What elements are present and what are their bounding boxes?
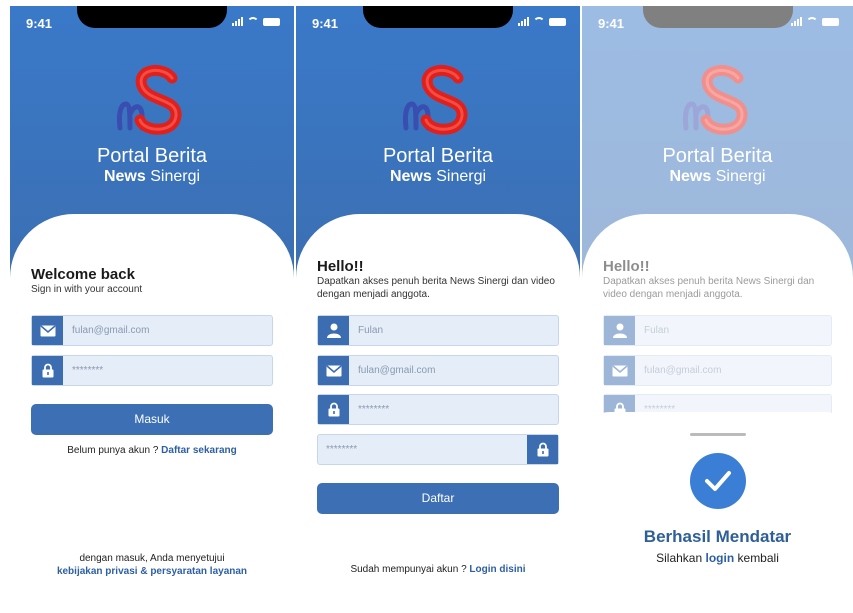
masuk-button[interactable]: Masuk: [31, 404, 273, 435]
battery-icon: [549, 18, 566, 26]
status-time: 9:41: [26, 16, 53, 31]
relogin-link[interactable]: login: [706, 551, 735, 565]
lock-icon: [527, 435, 558, 464]
status-time: 9:41: [312, 16, 339, 31]
brand-subtitle: News Sinergi: [389, 168, 487, 185]
lock-icon: [318, 395, 349, 424]
wifi-icon: [247, 17, 259, 26]
password-field[interactable]: ********: [31, 355, 273, 386]
success-subtitle: Silahkan login kembali: [656, 551, 779, 565]
user-icon: [318, 316, 349, 345]
terms-link[interactable]: kebijakan privasi & persyaratan layanan: [10, 566, 294, 577]
brand-title: Portal Berita: [96, 145, 208, 167]
login-title: Welcome back: [31, 266, 135, 283]
battery-icon: [263, 18, 280, 26]
lock-icon: [32, 356, 63, 385]
signal-icon: [518, 17, 529, 26]
login-card: Welcome back Sign in with your account f…: [10, 214, 294, 613]
wifi-icon: [533, 17, 545, 26]
name-value: Fulan: [358, 325, 384, 336]
register-screen: 9:41 Portal Berita News Sinergi Hello!! …: [296, 6, 580, 613]
email-field[interactable]: fulan@gmail.com: [31, 315, 273, 346]
mail-icon: [32, 316, 63, 345]
password-value: ********: [72, 365, 104, 376]
notch: [363, 6, 513, 28]
success-sheet: Berhasil Mendatar Silahkan login kembali: [582, 412, 853, 613]
register-subtitle: Dapatkan akses penuh berita News Sinergi…: [317, 276, 555, 300]
password-value: ********: [358, 404, 390, 415]
success-screen: 9:41 Portal Berita News Sinergi Hello!! …: [582, 6, 853, 613]
status-icons: [518, 17, 566, 26]
daftar-button[interactable]: Daftar: [317, 483, 559, 514]
login-link[interactable]: Login disini: [469, 564, 525, 575]
password-field[interactable]: ********: [317, 394, 559, 425]
signal-icon: [232, 17, 243, 26]
check-icon: [689, 453, 746, 509]
screens-stage: 9:41 Portal Berita News Sinergi Welcome …: [0, 0, 853, 613]
login-prompt: Sudah mempunyai akun ? Login disini: [350, 564, 526, 575]
register-title: Hello!!: [317, 258, 364, 275]
news-sinergi-logo: [403, 65, 468, 135]
name-field[interactable]: Fulan: [317, 315, 559, 346]
email-value: fulan@gmail.com: [72, 325, 150, 336]
email-value: fulan@gmail.com: [358, 365, 436, 376]
success-title: Berhasil Mendatar: [643, 527, 792, 546]
status-icons: [232, 17, 280, 26]
login-subtitle: Sign in with your account: [31, 284, 143, 295]
terms-line: dengan masuk, Anda menyetujui: [79, 553, 225, 564]
notch: [77, 6, 227, 28]
email-field[interactable]: fulan@gmail.com: [317, 355, 559, 386]
news-sinergi-logo: [117, 65, 182, 135]
mail-icon: [318, 356, 349, 385]
confirm-password-field[interactable]: ********: [317, 434, 559, 465]
sheet-grabber[interactable]: [689, 433, 746, 436]
confirm-password-value: ********: [326, 444, 358, 455]
brand-subtitle: News Sinergi: [103, 168, 201, 185]
register-link[interactable]: Daftar sekarang: [161, 445, 237, 456]
register-card: Hello!! Dapatkan akses penuh berita News…: [296, 214, 580, 613]
brand-title: Portal Berita: [382, 145, 494, 167]
login-screen: 9:41 Portal Berita News Sinergi Welcome …: [10, 6, 294, 613]
register-prompt: Belum punya akun ? Daftar sekarang: [67, 445, 237, 456]
